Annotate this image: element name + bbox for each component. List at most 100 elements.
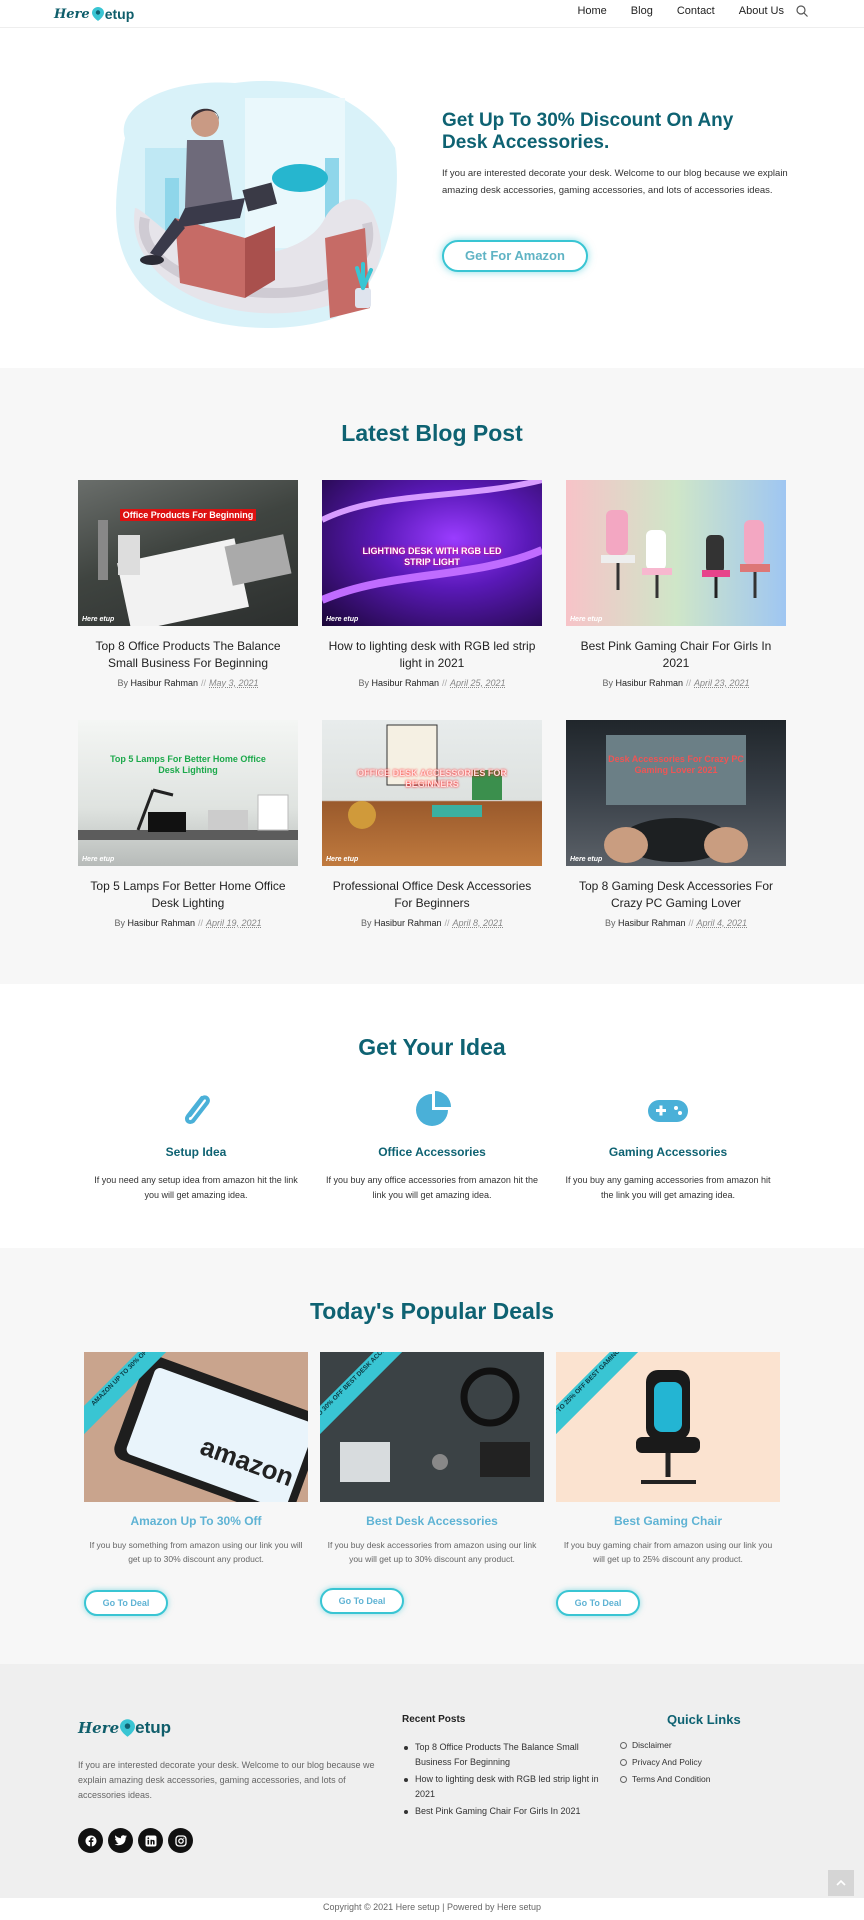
recent-post-link[interactable]: Best Pink Gaming Chair For Girls In 2021 xyxy=(402,1804,612,1819)
post-author[interactable]: Hasibur Rahman xyxy=(127,918,195,928)
post-author[interactable]: Hasibur Rahman xyxy=(374,918,442,928)
post-image[interactable]: OFFICE DESK ACCESSORIES FOR BEGINNERS He… xyxy=(322,720,542,866)
twitter-icon[interactable] xyxy=(108,1828,133,1853)
post-title[interactable]: Best Pink Gaming Chair For Girls In 2021 xyxy=(566,638,786,672)
office-desk-graphic xyxy=(348,724,502,829)
get-for-amazon-button[interactable]: Get For Amazon xyxy=(442,240,588,272)
idea-text: If you buy any office accessories from a… xyxy=(326,1175,538,1200)
nav-blog[interactable]: Blog xyxy=(631,5,653,17)
idea-title: Office Accessories xyxy=(378,1145,486,1159)
post-date[interactable]: May 3, 2021 xyxy=(209,678,259,688)
post-watermark: Here etup xyxy=(326,856,359,863)
post-image[interactable]: Here etup xyxy=(566,480,786,626)
logo-here-text: Here xyxy=(54,6,90,22)
hero-text: If you are interested decorate your desk… xyxy=(442,168,788,196)
main-nav: Home Blog Contact About Us xyxy=(577,5,784,17)
deal-card: UP TO 25% OFF BEST GAMING CHAIR Best Gam… xyxy=(556,1352,780,1566)
blog-post-card[interactable]: Desk Accessories For Crazy PC Gaming Lov… xyxy=(566,720,786,928)
post-date[interactable]: April 8, 2021 xyxy=(453,918,504,928)
hero-title: Get Up To 30% Discount On Any Desk Acces… xyxy=(442,110,734,153)
post-author[interactable]: Hasibur Rahman xyxy=(615,678,683,688)
quick-links-list: Disclaimer Privacy And Policy Terms And … xyxy=(620,1740,710,1791)
deal-title[interactable]: Amazon Up To 30% Off xyxy=(84,1514,308,1528)
post-meta: By Hasibur Rahman//April 23, 2021 xyxy=(566,678,786,688)
facebook-icon[interactable] xyxy=(78,1828,103,1853)
gamepad-icon xyxy=(648,1100,688,1122)
post-date[interactable]: April 23, 2021 xyxy=(694,678,750,688)
lamp-desk-graphic xyxy=(78,788,298,840)
post-meta: By Hasibur Rahman//April 8, 2021 xyxy=(322,918,542,928)
logo-here-text: Here xyxy=(78,1719,120,1737)
recent-post-link[interactable]: How to lighting desk with RGB led strip … xyxy=(402,1772,612,1802)
recent-posts-heading: Recent Posts xyxy=(402,1714,466,1725)
instagram-icon[interactable] xyxy=(168,1828,193,1853)
recent-post-link[interactable]: Top 8 Office Products The Balance Small … xyxy=(402,1740,612,1770)
logo-setup-text: etup xyxy=(104,6,135,22)
idea-gaming: Gaming Accessories If you buy any gaming… xyxy=(553,1090,783,1203)
social-links xyxy=(78,1828,193,1853)
post-author[interactable]: Hasibur Rahman xyxy=(618,918,686,928)
deal-image[interactable]: UP TO 30% OFF BEST DESK ACCESSORIES xyxy=(320,1352,544,1502)
post-title[interactable]: Top 8 Office Products The Balance Small … xyxy=(78,638,298,672)
post-by: By xyxy=(602,678,613,688)
footer-logo[interactable]: Here etup xyxy=(78,1718,171,1738)
post-date[interactable]: April 4, 2021 xyxy=(697,918,748,928)
blog-post-card[interactable]: Office Products For Beginning Here etup … xyxy=(78,480,298,688)
nav-about-us[interactable]: About Us xyxy=(739,5,784,17)
go-to-deal-button[interactable]: Go To Deal xyxy=(320,1588,404,1614)
quick-links-heading: Quick Links xyxy=(667,1712,741,1727)
idea-section-title: Get Your Idea xyxy=(358,1034,506,1060)
meta-separator: // xyxy=(686,678,692,688)
deal-title[interactable]: Best Desk Accessories xyxy=(320,1514,544,1528)
deal-card: amazon AMAZON UP TO 30% OFF Amazon Up To… xyxy=(84,1352,308,1566)
post-title[interactable]: Top 8 Gaming Desk Accessories For Crazy … xyxy=(566,878,786,912)
office-products-graphic xyxy=(98,520,292,626)
deal-title[interactable]: Best Gaming Chair xyxy=(556,1514,780,1528)
post-title[interactable]: Professional Office Desk Accessories For… xyxy=(322,878,542,912)
logo-pin-icon xyxy=(120,1719,136,1737)
logo-pin-icon xyxy=(91,7,104,21)
gaming-controller-graphic xyxy=(604,735,748,863)
site-logo[interactable]: Here etup xyxy=(54,3,134,25)
nav-contact[interactable]: Contact xyxy=(677,5,715,17)
site-footer: Here etup If you are interested decorate… xyxy=(0,1664,864,1898)
idea-office: Office Accessories If you buy any office… xyxy=(317,1090,547,1203)
quick-link-privacy[interactable]: Privacy And Policy xyxy=(620,1757,710,1767)
post-image[interactable]: LIGHTING DESK WITH RGB LED STRIP LIGHT H… xyxy=(322,480,542,626)
post-caption: OFFICE DESK ACCESSORIES FOR BEGINNERS xyxy=(357,768,507,789)
post-date[interactable]: April 25, 2021 xyxy=(450,678,506,688)
deal-image[interactable]: UP TO 25% OFF BEST GAMING CHAIR xyxy=(556,1352,780,1502)
blog-post-card[interactable]: LIGHTING DESK WITH RGB LED STRIP LIGHT H… xyxy=(322,480,542,688)
paperclip-icon xyxy=(184,1095,210,1125)
nav-home[interactable]: Home xyxy=(577,5,606,17)
post-meta: By Hasibur Rahman//April 19, 2021 xyxy=(78,918,298,928)
quick-link-disclaimer[interactable]: Disclaimer xyxy=(620,1740,710,1750)
post-image[interactable]: Top 5 Lamps For Better Home Office Desk … xyxy=(78,720,298,866)
chevron-up-icon xyxy=(836,1880,846,1886)
meta-separator: // xyxy=(198,918,204,928)
pink-chairs-graphic xyxy=(601,510,770,598)
idea-setup: Setup Idea If you need any setup idea fr… xyxy=(81,1090,311,1203)
deal-image[interactable]: amazon AMAZON UP TO 30% OFF xyxy=(84,1352,308,1502)
blog-post-card[interactable]: OFFICE DESK ACCESSORIES FOR BEGINNERS He… xyxy=(322,720,542,928)
post-image[interactable]: Desk Accessories For Crazy PC Gaming Lov… xyxy=(566,720,786,866)
post-watermark: Here etup xyxy=(570,616,603,623)
quick-link-terms[interactable]: Terms And Condition xyxy=(620,1774,710,1784)
post-author[interactable]: Hasibur Rahman xyxy=(371,678,439,688)
go-to-deal-button[interactable]: Go To Deal xyxy=(84,1590,168,1616)
blog-post-card[interactable]: Top 5 Lamps For Better Home Office Desk … xyxy=(78,720,298,928)
post-image[interactable]: Office Products For Beginning Here etup xyxy=(78,480,298,626)
post-caption: LIGHTING DESK WITH RGB LED STRIP LIGHT xyxy=(362,546,502,567)
post-watermark: Here etup xyxy=(326,616,359,623)
blog-post-card[interactable]: Here etup Best Pink Gaming Chair For Gir… xyxy=(566,480,786,688)
post-date[interactable]: April 19, 2021 xyxy=(206,918,262,928)
search-icon[interactable] xyxy=(795,4,809,18)
linkedin-icon[interactable] xyxy=(138,1828,163,1853)
go-to-deal-button[interactable]: Go To Deal xyxy=(556,1590,640,1616)
scroll-to-top-button[interactable] xyxy=(828,1870,854,1896)
post-title[interactable]: How to lighting desk with RGB led strip … xyxy=(322,638,542,672)
post-author[interactable]: Hasibur Rahman xyxy=(130,678,198,688)
logo-setup-text: etup xyxy=(135,1718,172,1737)
post-title[interactable]: Top 5 Lamps For Better Home Office Desk … xyxy=(78,878,298,912)
post-by: By xyxy=(358,678,369,688)
